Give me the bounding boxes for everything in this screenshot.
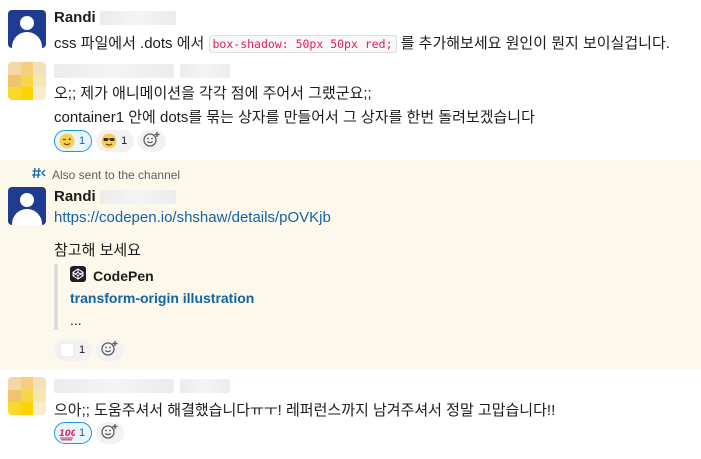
- add-emoji-icon: [101, 423, 119, 444]
- reactions: 100 1: [54, 422, 125, 444]
- message-line: 오;; 제가 애니메이션을 각각 점에 주어서 그랬군요;;: [54, 85, 372, 102]
- avatar[interactable]: [8, 187, 46, 225]
- add-reaction-button[interactable]: [96, 339, 125, 361]
- link-unfurl: CodePen transform-origin illustration ..…: [54, 264, 358, 330]
- unfurl-service-name: CodePen: [93, 267, 154, 284]
- message-link[interactable]: https://codepen.io/shshaw/details/pOVKjb: [54, 209, 331, 226]
- message-randi-1: Randi css 파일에서 .dots 에서 box-shadow: 50px…: [0, 0, 701, 56]
- redacted-time: [180, 64, 230, 78]
- unfurl-title[interactable]: transform-origin illustration: [70, 290, 254, 306]
- redacted-name: [54, 379, 174, 393]
- reactions: 1: [54, 339, 125, 361]
- inline-code: box-shadow: 50px 50px red;: [208, 35, 397, 53]
- add-emoji-icon: [143, 131, 161, 152]
- hundred-points-icon: 100: [59, 425, 75, 441]
- reaction-wink[interactable]: 1: [54, 130, 93, 152]
- codepen-logo-icon: [70, 266, 86, 285]
- reaction-count: 1: [79, 135, 86, 147]
- message-text-part: 를 추가해보세요 원인이 뭔지 보이실겁니다.: [400, 35, 670, 52]
- add-emoji-icon: [101, 340, 119, 361]
- message-text-part: css 파일에서 .dots 에서: [54, 35, 205, 52]
- reactions: 1 1: [54, 130, 167, 152]
- username[interactable]: Randi: [54, 9, 96, 26]
- avatar[interactable]: [8, 62, 46, 100]
- message-user-2: 으아;; 도움주셔서 해결했습니다ㅠㅜ! 레퍼런스까지 남겨주셔서 정말 고맙습…: [0, 369, 701, 459]
- username[interactable]: Randi: [54, 188, 96, 205]
- redacted-name: [54, 64, 174, 78]
- avatar[interactable]: [8, 10, 46, 48]
- unfurl-description: ...: [70, 312, 82, 328]
- redacted-name: [100, 190, 176, 204]
- message-user-1: 오;; 제가 애니메이션을 각각 점에 주어서 그랬군요;; container…: [0, 56, 701, 160]
- message-text: 으아;; 도움주셔서 해결했습니다ㅠㅜ! 레퍼런스까지 남겨주셔서 정말 고맙습…: [54, 402, 556, 419]
- add-reaction-button[interactable]: [96, 422, 125, 444]
- avatar[interactable]: [8, 377, 46, 415]
- add-reaction-button[interactable]: [138, 130, 167, 152]
- white-square-icon: [59, 342, 75, 358]
- wink-face-icon: [59, 133, 75, 149]
- sunglasses-face-icon: [101, 133, 117, 149]
- reaction-hundred[interactable]: 100 1: [54, 422, 93, 444]
- reaction-count: 1: [79, 344, 86, 356]
- redacted-name: [100, 11, 176, 25]
- message-text: css 파일에서 .dots 에서 box-shadow: 50px 50px …: [54, 32, 670, 53]
- message-text: 참고해 보세요: [54, 242, 141, 259]
- redacted-time: [180, 379, 230, 393]
- reaction-count: 1: [79, 427, 86, 439]
- unfurl-service: CodePen: [70, 266, 154, 285]
- reaction-count: 1: [121, 135, 128, 147]
- reaction-white-square[interactable]: 1: [54, 339, 93, 361]
- message-line: container1 안에 dots를 묶는 상자를 만들어서 그 상자를 한번…: [54, 109, 535, 126]
- reaction-sunglasses[interactable]: 1: [96, 130, 135, 152]
